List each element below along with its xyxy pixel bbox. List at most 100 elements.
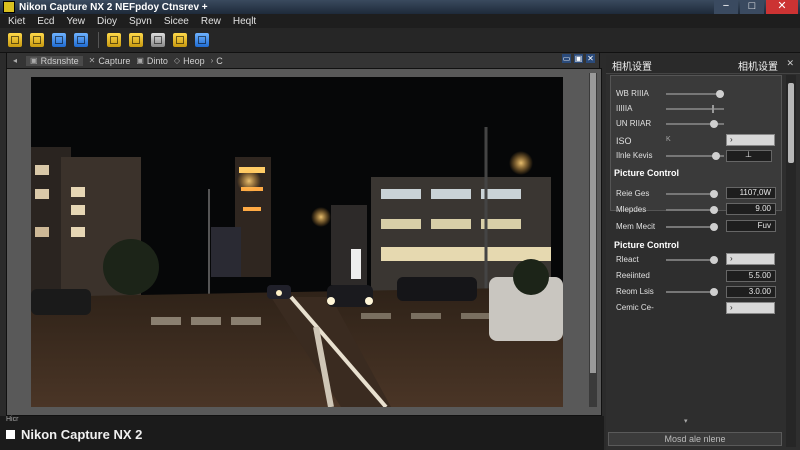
tab-label: Rdsnshte — [40, 55, 79, 66]
dropdown-arrow-icon: › — [730, 254, 733, 263]
picture-control-heading: Picture Control — [614, 168, 680, 178]
tab-dinto[interactable]: ▣ Dinto — [136, 56, 168, 66]
menu-6[interactable]: Sicee — [164, 16, 189, 27]
compare-icon[interactable] — [151, 33, 165, 47]
wb-label: WB RIIIA — [616, 89, 649, 98]
mlep-slider[interactable] — [666, 206, 718, 214]
tint-slider[interactable] — [666, 105, 724, 113]
tab-bar: ◂ ▣ Rdsnshte ✕ Capture ▣ Dinto ◇ Heop › … — [6, 52, 600, 69]
apply-button[interactable]: Mosd ale nlene — [608, 432, 782, 446]
menu-file[interactable]: Kiet — [8, 16, 25, 27]
mem-label: Mem Mecit — [616, 222, 656, 231]
rleact-label: Rleact — [616, 255, 639, 264]
brand-text: Nikon Capture NX 2 — [21, 427, 143, 442]
save-icon[interactable] — [195, 33, 209, 47]
menu-5[interactable]: Spvn — [129, 16, 152, 27]
panel-close-icon[interactable]: ✕ — [786, 58, 794, 69]
picture-control-heading-2: Picture Control — [614, 240, 680, 250]
panel-scroll-down-icon[interactable]: ▾ — [684, 417, 688, 425]
reom-slider-knob[interactable] — [710, 288, 718, 296]
photo-image[interactable] — [31, 77, 563, 407]
browse-icon[interactable] — [52, 33, 66, 47]
panel-scrollbar[interactable] — [786, 75, 796, 447]
close-tab-icon[interactable]: ✕ — [586, 54, 595, 63]
menu-view[interactable]: Yew — [66, 16, 85, 27]
tab-c[interactable]: › C — [211, 56, 223, 66]
dropdown-arrow-icon: › — [730, 135, 733, 144]
tab-capture[interactable]: ✕ Capture — [89, 56, 131, 66]
tab-icon: ▣ — [30, 56, 38, 65]
unr-slider[interactable] — [666, 120, 724, 128]
tab-icon: ▣ — [136, 56, 144, 65]
wb-slider-knob[interactable] — [716, 90, 724, 98]
mem-slider-knob[interactable] — [710, 223, 718, 231]
rleact-dropdown[interactable]: › — [726, 253, 775, 265]
crop-icon[interactable] — [129, 33, 143, 47]
mlep-slider-knob[interactable] — [710, 206, 718, 214]
tint-slider-knob[interactable] — [712, 105, 714, 113]
toolbar-separator — [98, 32, 99, 48]
menu-bar: Kiet Ecd Yew Dioy Spvn Sicee Rew Heqlt — [0, 14, 800, 28]
menu-help[interactable]: Heqlt — [233, 16, 256, 27]
tab-label: Heop — [183, 55, 205, 66]
network-icon[interactable] — [74, 33, 88, 47]
wb-slider[interactable] — [666, 90, 724, 98]
unr-slider-knob[interactable] — [710, 120, 718, 128]
iso-dropdown[interactable]: › — [726, 134, 775, 146]
reeiin-label: Reeiinted — [616, 271, 650, 280]
close-button[interactable]: ✕ — [766, 0, 798, 14]
brand-label: Nikon Capture NX 2 — [6, 427, 142, 442]
iso-label: ISO — [616, 136, 632, 146]
reeiin-value[interactable]: 5.5.00 — [726, 270, 776, 282]
maximize-button[interactable]: □ — [740, 0, 764, 14]
panel-scroll-thumb[interactable] — [788, 83, 794, 163]
reom-slider[interactable] — [666, 288, 718, 296]
reie-slider-knob[interactable] — [710, 190, 718, 198]
menu-7[interactable]: Rew — [201, 16, 221, 27]
status-bar: Hicr Nikon Capture NX 2 — [0, 416, 604, 450]
rleact-slider-knob[interactable] — [710, 256, 718, 264]
app-icon — [3, 1, 15, 13]
window-title: Nikon Capture NX 2 NEFpdoy Ctnsrev + — [19, 1, 208, 13]
menu-edit[interactable]: Ecd — [37, 16, 54, 27]
tone-slider-knob[interactable] — [712, 152, 720, 160]
reom-value[interactable]: 3.0.00 — [726, 286, 776, 298]
tab-rdsnshte[interactable]: ▣ Rdsnshte — [26, 55, 83, 66]
batch-icon[interactable] — [173, 33, 187, 47]
menu-4[interactable]: Dioy — [97, 16, 117, 27]
panel-title-right: 相机设置 — [738, 62, 778, 73]
float-icon[interactable]: ▭ — [562, 54, 571, 63]
panel-title-left: 相机设置 — [612, 62, 652, 73]
cemic-dropdown[interactable]: › — [726, 302, 775, 314]
tab-icon: ◇ — [173, 56, 181, 65]
tint-label: IIIIIA — [616, 104, 633, 113]
folder-icon[interactable] — [30, 33, 44, 47]
reie-label: Reie Ges — [616, 189, 650, 198]
restore-icon[interactable]: ▣ — [574, 54, 583, 63]
open-icon[interactable] — [8, 33, 22, 47]
mem-slider[interactable] — [666, 223, 718, 231]
tab-browse[interactable]: ◂ — [13, 56, 20, 65]
image-viewer — [6, 68, 602, 416]
tone-box[interactable]: ⊥ — [726, 150, 772, 162]
tone-slider[interactable] — [666, 152, 724, 160]
reie-slider[interactable] — [666, 190, 718, 198]
edit-icon[interactable] — [107, 33, 121, 47]
tone-marker: ⊥ — [745, 150, 752, 159]
minimize-button[interactable]: − — [714, 0, 738, 14]
mlep-label: Mlepdes — [616, 205, 647, 214]
mlep-value[interactable]: 9.00 — [726, 203, 776, 215]
reie-value[interactable]: 1107,0W — [726, 187, 776, 199]
title-bar: Nikon Capture NX 2 NEFpdoy Ctnsrev + — [0, 0, 800, 14]
cemic-label: Cemic Ce- — [616, 303, 654, 312]
tab-controls: ▭ ▣ ✕ — [559, 54, 595, 63]
mem-value[interactable]: Fuv — [726, 220, 776, 232]
viewer-scrollbar[interactable] — [589, 73, 597, 407]
camera-settings-panel: 相机设置 相机设置 ✕ WB RIIIA IIIIIA UN RIIAR ISO… — [606, 55, 800, 450]
viewer-scroll-thumb[interactable] — [590, 73, 596, 373]
tab-heop[interactable]: ◇ Heop — [174, 56, 205, 66]
night-street-photo — [31, 77, 563, 407]
tone-label: Ilnle Kevis — [616, 151, 653, 160]
rleact-slider[interactable] — [666, 256, 718, 264]
back-icon: ◂ — [13, 56, 18, 65]
